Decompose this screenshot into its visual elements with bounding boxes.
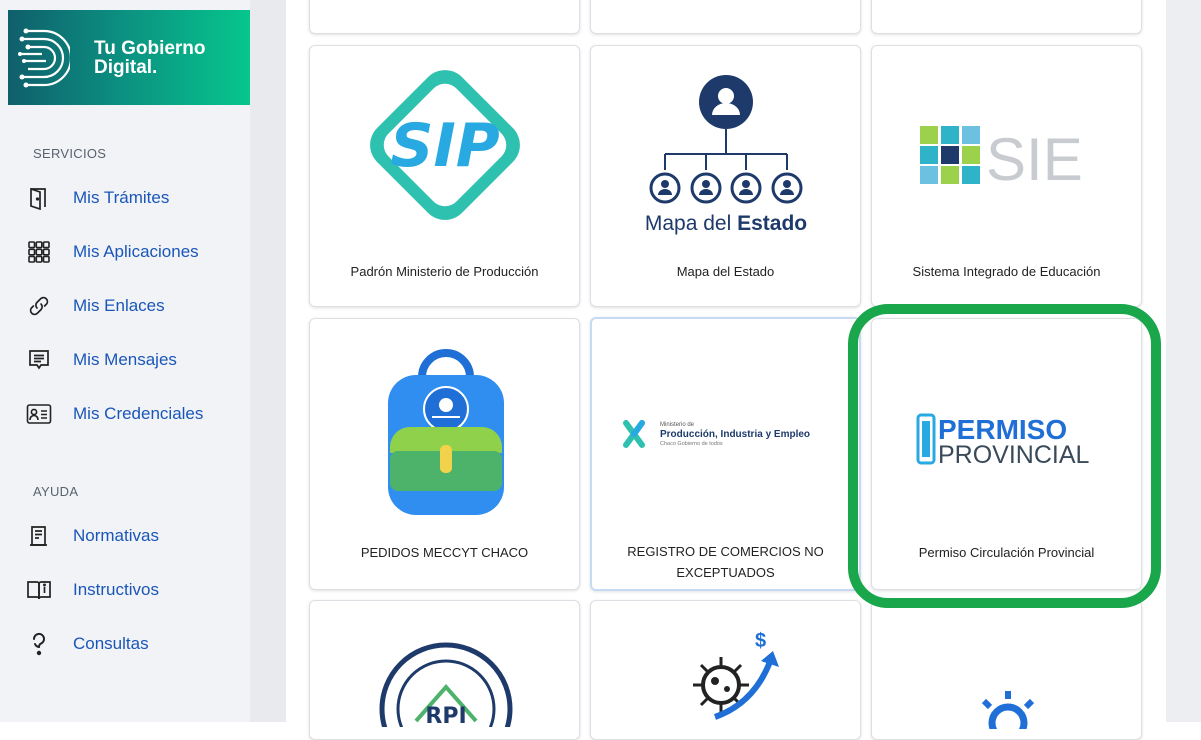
app-card-partial[interactable]	[590, 0, 861, 34]
org-chart-icon: Mapa del Estado	[645, 75, 807, 235]
sidebar-item-label: Mis Enlaces	[73, 296, 165, 315]
ministerio-logo-icon: Ministerio de Producción, Industria y Em…	[623, 420, 810, 448]
sidebar-item-instructivos[interactable]: Instructivos	[26, 574, 159, 606]
sie-logo-text: SIE	[986, 126, 1083, 188]
brand-line2: Digital.	[94, 56, 158, 78]
rpi-logo-icon: RPI	[379, 642, 513, 727]
app-card-label: Padrón Ministerio de Producción	[350, 264, 539, 279]
sidebar-item-mis-tramites[interactable]: Mis Trámites	[26, 182, 169, 214]
sip-logo-text: SIP	[390, 111, 500, 181]
link-icon	[26, 293, 52, 319]
app-card-sip[interactable]: SIP Padrón Ministerio de Producción	[309, 45, 580, 307]
mapa-logo-text-b: Estado	[737, 212, 807, 235]
app-card-label: Sistema Integrado de Educación	[912, 264, 1101, 279]
document-icon	[26, 523, 52, 549]
brand-line1: Tu Gobierno	[94, 37, 206, 59]
question-icon	[26, 631, 52, 657]
mapa-logo-text-a: Mapa del	[645, 212, 737, 235]
rpi-logo-text: RPI	[425, 704, 466, 727]
sidebar-item-normativas[interactable]: Normativas	[26, 520, 159, 552]
app-card-covid-economia[interactable]: $	[590, 600, 861, 740]
app-card-label: PEDIDOS MECCYT CHACO	[360, 545, 529, 560]
sidebar-item-label: Mis Aplicaciones	[73, 242, 199, 261]
message-icon	[26, 347, 52, 373]
scrollbar-area[interactable]	[1166, 0, 1201, 722]
virus-growth-icon: $	[693, 630, 779, 720]
gear-icon	[981, 691, 1035, 729]
sie-logo-icon: SIE	[920, 126, 1083, 188]
app-card-label: Mapa del Estado	[676, 264, 775, 279]
sidebar-item-label: Mis Trámites	[73, 188, 170, 207]
app-card-registro-comercios[interactable]: Ministerio de Producción, Industria y Em…	[590, 317, 861, 591]
app-card-sie[interactable]: SIE Sistema Integrado de Educación	[871, 45, 1142, 307]
app-card-partial[interactable]	[871, 0, 1142, 34]
sidebar-item-mis-enlaces[interactable]: Mis Enlaces	[26, 290, 165, 322]
sidebar-item-mis-aplicaciones[interactable]: Mis Aplicaciones	[26, 236, 199, 268]
sidebar-item-label: Consultas	[73, 634, 149, 653]
sidebar-item-label: Instructivos	[73, 580, 159, 599]
sidebar-item-label: Normativas	[73, 526, 159, 545]
book-icon	[26, 577, 52, 603]
brand-logo[interactable]: Tu Gobierno Digital.	[8, 10, 250, 105]
app-card-pedidos[interactable]: PEDIDOS MECCYT CHACO	[309, 318, 580, 590]
ministerio-sub: Chaco Gobierno de todos	[660, 441, 723, 447]
svg-text:$: $	[755, 630, 766, 652]
svg-text:Mapa del Estado: Mapa del Estado	[645, 212, 807, 235]
backpack-icon	[388, 349, 504, 515]
brand-mark-icon	[18, 28, 70, 87]
app-card-label-line1: REGISTRO DE COMERCIOS NO	[627, 544, 824, 559]
door-icon	[26, 185, 52, 211]
app-card-label-line2: EXCEPTUADOS	[676, 565, 775, 580]
servicios-title: SERVICIOS	[33, 146, 107, 161]
app-card-mapa-estado[interactable]: Mapa del Estado Mapa del Estado	[590, 45, 861, 307]
grid-icon	[26, 239, 52, 265]
ayuda-title: AYUDA	[33, 484, 79, 499]
id-card-icon	[26, 401, 52, 427]
sidebar-item-label: Mis Mensajes	[73, 350, 177, 369]
brand-text: Tu Gobierno Digital.	[94, 39, 206, 77]
sidebar-item-consultas[interactable]: Consultas	[26, 628, 149, 660]
highlight-annotation	[848, 304, 1161, 608]
app-card-partial[interactable]	[871, 600, 1142, 740]
ministerio-main: Producción, Industria y Empleo	[660, 429, 810, 440]
gutter	[250, 0, 286, 722]
app-card-label: REGISTRO DE COMERCIOS NO EXCEPTUADOS	[592, 541, 859, 583]
sidebar-item-mis-mensajes[interactable]: Mis Mensajes	[26, 344, 177, 376]
ministerio-small: Ministerio de	[660, 422, 695, 428]
sidebar-item-mis-credenciales[interactable]: Mis Credenciales	[26, 398, 203, 430]
sidebar-item-label: Mis Credenciales	[73, 404, 204, 423]
sidebar: Tu Gobierno Digital. SERVICIOS Mis Trámi…	[0, 0, 250, 722]
sip-logo-icon: SIP	[370, 70, 520, 220]
app-card-rpi[interactable]: RPI	[309, 600, 580, 740]
app-card-partial[interactable]	[309, 0, 580, 34]
